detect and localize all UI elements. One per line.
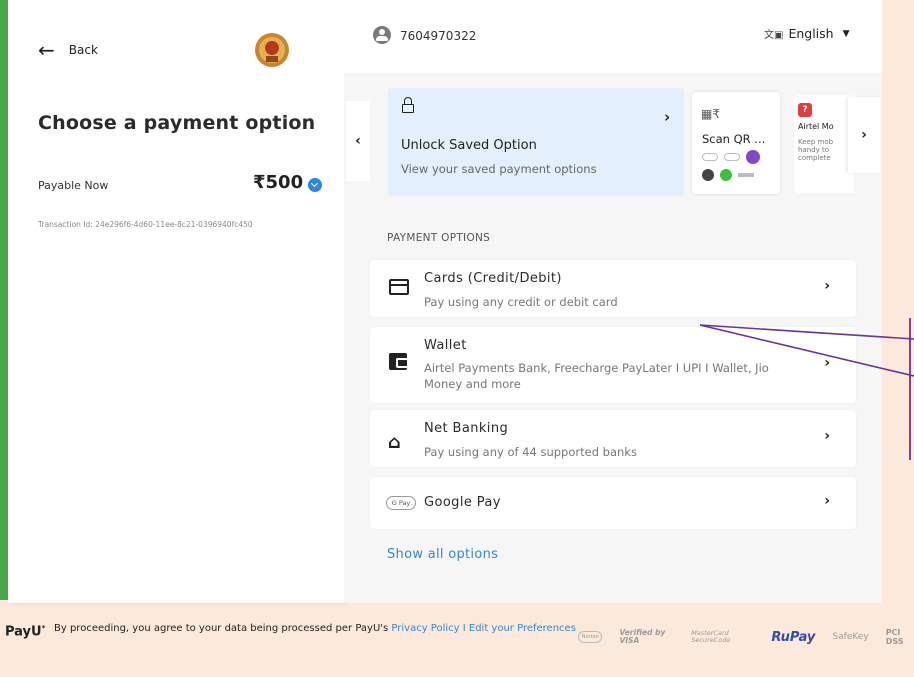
unlock-title: Unlock Saved Option [401, 138, 537, 153]
upi-app-logos-row2 [702, 169, 754, 181]
chevron-right-icon: › [824, 493, 830, 509]
unlock-saved-option-card[interactable]: › Unlock Saved Option View your saved pa… [388, 88, 684, 196]
chevron-left-icon: ‹ [355, 133, 361, 149]
scan-qr-card[interactable]: ▦₹ Scan QR ... [692, 92, 780, 194]
phone-number: 7604970322 [400, 29, 477, 43]
google-pay-icon: G Pay [386, 496, 416, 510]
order-summary-panel: ← Back Choose a payment option Payable N… [8, 0, 344, 603]
payu-logo: PayU* [5, 624, 46, 640]
chevron-right-icon: › [824, 428, 830, 444]
back-label: Back [68, 43, 98, 57]
link-separator: I [462, 623, 466, 634]
option-subtitle: Pay using any of 44 supported banks [424, 445, 637, 459]
show-all-options-link[interactable]: Show all options [387, 547, 498, 562]
carousel-prev-button[interactable]: ‹ [346, 101, 370, 181]
phonepe-mini-icon [746, 150, 760, 164]
chevron-right-icon: › [861, 127, 867, 143]
caret-down-icon: ▼ [842, 28, 850, 39]
language-label: English [788, 26, 834, 41]
privacy-policy-link[interactable]: Privacy Policy [391, 623, 459, 634]
edit-preferences-link[interactable]: Edit your Preferences [469, 623, 576, 634]
option-cards[interactable]: Cards (Credit/Debit) Pay using any credi… [370, 260, 856, 317]
payable-now-label: Payable Now [38, 179, 109, 192]
user-icon [373, 26, 391, 44]
qr-title: Scan QR ... [702, 132, 766, 146]
payment-options-heading: PAYMENT OPTIONS [387, 232, 491, 244]
translate-icon: 文▣ [764, 30, 784, 41]
consent-text: By proceeding, you agree to your data be… [54, 623, 576, 634]
mastercard-securecode-badge: MasterCard SecureCode [691, 629, 731, 644]
more-apps-icon [738, 173, 754, 177]
option-subtitle: Airtel Payments Bank, Freecharge PayLate… [424, 361, 769, 391]
option-subtitle: Pay using any credit or debit card [424, 295, 618, 309]
account-header: 7604970322 文▣ English ▼ [344, 0, 882, 73]
back-button[interactable]: ← Back [38, 40, 98, 60]
gpay-mini-icon [702, 153, 718, 161]
arrow-left-icon: ← [38, 38, 55, 62]
language-selector[interactable]: 文▣ English ▼ [764, 26, 850, 41]
lock-icon [402, 97, 414, 113]
rupay-badge: RuPay [771, 629, 816, 645]
amount-details-icon[interactable] [308, 178, 322, 192]
left-accent-strip [0, 0, 8, 600]
option-title: Cards (Credit/Debit) [424, 271, 562, 286]
transaction-id: Transaction Id: 24e296f6-4d60-11ee-8c21-… [38, 220, 253, 229]
option-title: Net Banking [424, 421, 509, 436]
chevron-right-icon: › [824, 355, 830, 371]
payable-amount: ₹500 [253, 172, 304, 193]
credit-card-icon [389, 279, 409, 295]
safekey-badge: SafeKey [832, 632, 869, 642]
chevron-right-icon: › [824, 278, 830, 294]
app-mini-icon [702, 169, 714, 181]
security-badges: Norton Verified by VISA MasterCard Secur… [578, 628, 914, 646]
option-title: Google Pay [424, 495, 501, 510]
option-net-banking[interactable]: ⌂ Net Banking Pay using any of 44 suppor… [370, 410, 856, 467]
verified-by-visa-badge: Verified by VISA [619, 628, 666, 645]
whatsapp-mini-icon [720, 169, 732, 181]
payment-panel: 7604970322 文▣ English ▼ ‹ › Unlock Saved… [344, 0, 882, 603]
chevron-right-icon: › [664, 108, 671, 126]
norton-badge: Norton [578, 631, 603, 643]
unlock-subtitle: View your saved payment options [401, 162, 597, 176]
carousel-next-button[interactable]: › [848, 97, 880, 173]
option-title: Wallet [424, 338, 467, 353]
airtel-icon: ? [798, 103, 812, 117]
wallet-icon [389, 353, 407, 370]
airtel-title: Airtel Mo [798, 122, 834, 131]
airtel-money-card[interactable]: ? Airtel Mo Keep mob handy to complete [794, 95, 854, 193]
pci-dss-badge: PCI DSS [885, 628, 904, 646]
page-title: Choose a payment option [38, 112, 316, 134]
qr-rupee-icon: ▦₹ [701, 107, 720, 121]
bank-icon: ⌂ [388, 432, 401, 453]
airtel-description: Keep mob handy to complete [798, 138, 834, 162]
option-wallet[interactable]: Wallet Airtel Payments Bank, Freecharge … [370, 327, 856, 403]
paytm-mini-icon [724, 153, 740, 161]
option-google-pay[interactable]: G Pay Google Pay › [370, 477, 856, 529]
merchant-logo [255, 33, 289, 67]
upi-app-logos [702, 150, 760, 164]
